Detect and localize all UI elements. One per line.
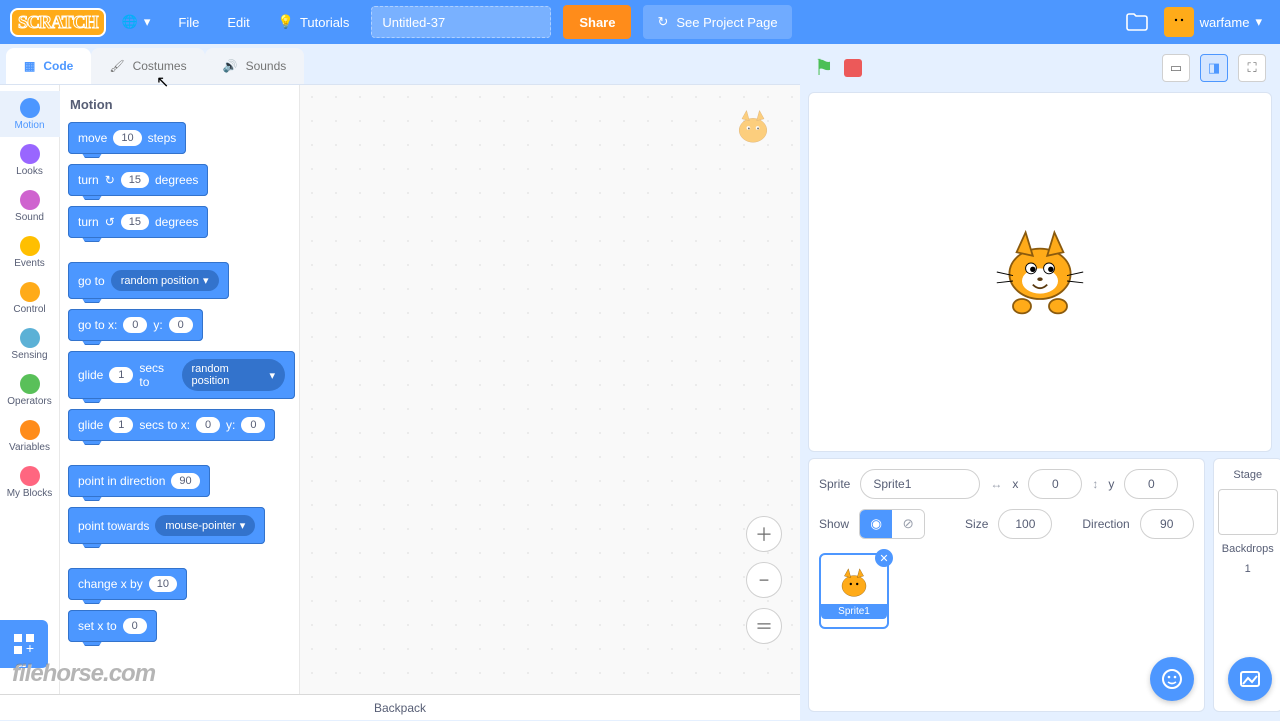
- category-my-blocks[interactable]: My Blocks: [0, 459, 60, 505]
- show-button[interactable]: ◉: [860, 510, 892, 538]
- sprite-info-panel: Sprite ↔ x ↕ y Show ◉ ⊘ Size: [808, 458, 1205, 712]
- zoom-in-button[interactable]: ＋: [746, 516, 782, 552]
- green-flag-button[interactable]: ⚑: [814, 55, 834, 81]
- block-point-towards[interactable]: point towardsmouse-pointer ▾: [68, 507, 265, 544]
- tab-code[interactable]: ▦Code: [6, 48, 91, 84]
- category-dot-icon: [20, 282, 40, 302]
- editor-pane: ▦Code 🖌Costumes 🔊Sounds MotionLooksSound…: [0, 44, 800, 720]
- sprite-list: ✕ Sprite1: [819, 553, 1194, 629]
- sprite-name-label: Sprite: [819, 477, 850, 491]
- stop-button[interactable]: [844, 59, 862, 77]
- category-variables[interactable]: Variables: [0, 413, 60, 459]
- tutorials-menu[interactable]: 💡Tutorials: [266, 0, 362, 44]
- globe-icon: 🌐: [122, 14, 138, 30]
- cw-arrow-icon: ↻: [105, 173, 115, 187]
- block-goto-xy[interactable]: go to x:0y:0: [68, 309, 203, 341]
- sprite-card-sprite1[interactable]: ✕ Sprite1: [819, 553, 889, 629]
- avatar: [1164, 7, 1194, 37]
- brush-icon: 🖌: [109, 59, 124, 73]
- category-events[interactable]: Events: [0, 229, 60, 275]
- category-dot-icon: [20, 328, 40, 348]
- hide-button[interactable]: ⊘: [892, 510, 924, 538]
- zoom-out-button[interactable]: −: [746, 562, 782, 598]
- block-change-x[interactable]: change x by10: [68, 568, 187, 600]
- category-dot-icon: [20, 236, 40, 256]
- lightbulb-icon: 💡: [278, 14, 294, 30]
- stage-sprite-cat[interactable]: [995, 227, 1085, 317]
- tab-costumes[interactable]: 🖌Costumes: [91, 48, 204, 84]
- edit-menu[interactable]: Edit: [215, 0, 261, 44]
- speaker-icon: 🔊: [223, 59, 238, 73]
- project-title-input[interactable]: [371, 6, 551, 38]
- zoom-controls: ＋ − ＝: [746, 516, 782, 644]
- category-operators[interactable]: Operators: [0, 367, 60, 413]
- zoom-reset-button[interactable]: ＝: [746, 608, 782, 644]
- delete-sprite-button[interactable]: ✕: [875, 549, 893, 567]
- category-dot-icon: [20, 466, 40, 486]
- refresh-icon: ↻: [657, 14, 668, 30]
- category-dot-icon: [20, 420, 40, 440]
- stage-selector: Stage Backdrops 1: [1213, 458, 1280, 712]
- block-turn-cw[interactable]: turn↻15degrees: [68, 164, 208, 196]
- workspace-sprite-watermark: [730, 105, 776, 151]
- sprite-y-input[interactable]: [1124, 469, 1178, 499]
- main: ▦Code 🖌Costumes 🔊Sounds MotionLooksSound…: [0, 44, 1280, 720]
- svg-text:+: +: [26, 640, 34, 656]
- editor-tabs: ▦Code 🖌Costumes 🔊Sounds: [0, 44, 800, 84]
- backdrops-label: Backdrops: [1222, 543, 1274, 555]
- category-sensing[interactable]: Sensing: [0, 321, 60, 367]
- category-looks[interactable]: Looks: [0, 137, 60, 183]
- add-sprite-button[interactable]: [1150, 657, 1194, 701]
- folder-icon[interactable]: [1122, 7, 1152, 37]
- category-dot-icon: [20, 374, 40, 394]
- script-workspace[interactable]: ＋ − ＝: [300, 85, 800, 694]
- sprite-direction-input[interactable]: [1140, 509, 1194, 539]
- category-dot-icon: [20, 144, 40, 164]
- block-glide[interactable]: glide1secs torandom position ▾: [68, 351, 295, 399]
- category-sound[interactable]: Sound: [0, 183, 60, 229]
- user-menu[interactable]: warfame ▾: [1156, 7, 1270, 37]
- sprite-x-input[interactable]: [1028, 469, 1082, 499]
- see-project-page-button[interactable]: ↻See Project Page: [643, 5, 791, 39]
- block-goto[interactable]: go torandom position ▾: [68, 262, 229, 299]
- code-icon: ▦: [24, 59, 35, 73]
- category-control[interactable]: Control: [0, 275, 60, 321]
- stage-canvas[interactable]: [808, 92, 1272, 452]
- tab-sounds[interactable]: 🔊Sounds: [205, 48, 305, 84]
- scratch-logo[interactable]: SCRATCH: [10, 8, 106, 37]
- category-motion[interactable]: Motion: [0, 91, 60, 137]
- visibility-toggle: ◉ ⊘: [859, 509, 925, 539]
- block-point-direction[interactable]: point in direction90: [68, 465, 210, 497]
- language-menu[interactable]: 🌐▾: [110, 0, 163, 44]
- menubar: SCRATCH 🌐▾ File Edit 💡Tutorials Share ↻S…: [0, 0, 1280, 44]
- backpack-panel[interactable]: Backpack: [0, 694, 800, 720]
- category-dot-icon: [20, 190, 40, 210]
- backdrops-count: 1: [1245, 563, 1251, 575]
- stage-large-button[interactable]: ◨: [1200, 54, 1228, 82]
- block-move-steps[interactable]: move10steps: [68, 122, 186, 154]
- stage-thumbnail[interactable]: [1218, 489, 1278, 535]
- ccw-arrow-icon: ↺: [105, 215, 115, 229]
- palette-heading: Motion: [70, 97, 295, 112]
- stage-pane: ⚑ ▭ ◨ ⛶ Sprite ↔ x ↕ y: [800, 44, 1280, 720]
- sprite-name-input[interactable]: [860, 469, 980, 499]
- stage-header: ⚑ ▭ ◨ ⛶: [808, 50, 1272, 86]
- category-dot-icon: [20, 98, 40, 118]
- block-set-x[interactable]: set x to0: [68, 610, 157, 642]
- add-backdrop-button[interactable]: [1228, 657, 1272, 701]
- xy-icon: ↔: [990, 477, 1002, 491]
- file-menu[interactable]: File: [166, 0, 211, 44]
- stage-small-button[interactable]: ▭: [1162, 54, 1190, 82]
- add-extension-button[interactable]: +: [0, 620, 48, 668]
- y-icon: ↕: [1092, 477, 1098, 491]
- sprite-size-input[interactable]: [998, 509, 1052, 539]
- block-turn-ccw[interactable]: turn↺15degrees: [68, 206, 208, 238]
- block-glide-xy[interactable]: glide1secs to x:0y:0: [68, 409, 275, 441]
- block-categories: MotionLooksSoundEventsControlSensingOper…: [0, 85, 60, 694]
- stage-label: Stage: [1233, 469, 1262, 481]
- share-button[interactable]: Share: [563, 5, 631, 39]
- stage-fullscreen-button[interactable]: ⛶: [1238, 54, 1266, 82]
- block-palette: Motion move10steps turn↻15degrees turn↺1…: [60, 85, 300, 694]
